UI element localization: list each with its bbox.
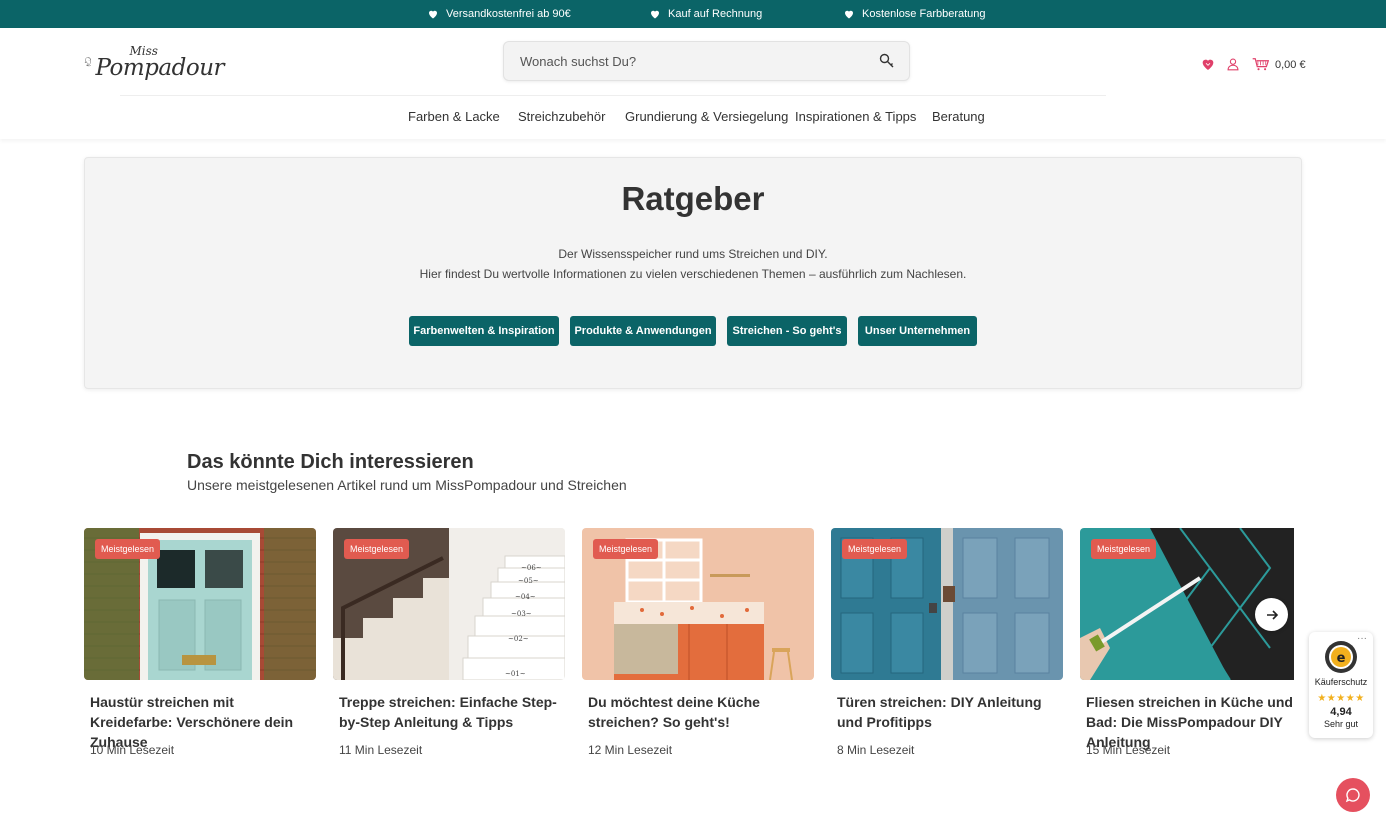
nav-item-inspirationen[interactable]: Inspirationen & Tipps <box>795 109 916 124</box>
meistgelesen-badge: Meistgelesen <box>842 539 908 559</box>
article-card[interactable]: Meistgelesen Fliesen streichen in Küche … <box>1080 528 1294 768</box>
logo[interactable]: Miss Pompadour <box>84 42 224 82</box>
article-carousel: Meistgelesen Haustür streichen mit Kreid… <box>84 528 1294 768</box>
topbar-item-consulting: Kostenlose Farbberatung <box>843 7 986 21</box>
article-title[interactable]: Türen streichen: DIY Anleitung und Profi… <box>837 692 1063 732</box>
trust-rating: Sehr gut <box>1323 719 1359 729</box>
svg-text:~03~: ~03~ <box>511 610 532 618</box>
search-box <box>503 41 910 81</box>
section-title: Das könnte Dich interessieren <box>187 451 474 473</box>
search-input[interactable] <box>520 42 860 80</box>
article-card[interactable]: Meistgelesen Du möchtest deine Küche str… <box>582 528 814 768</box>
logo-wordmark: Miss Pompadour <box>95 45 224 80</box>
article-card[interactable]: Meistgelesen Türen streichen: DIY Anleit… <box>831 528 1063 768</box>
top-bar: Versandkostenfrei ab 90€ Kauf auf Rechnu… <box>0 0 1386 28</box>
meistgelesen-badge: Meistgelesen <box>344 539 410 559</box>
trust-stars: ★★★★★ <box>1317 693 1365 704</box>
logo-pompadour: Pompadour <box>95 54 224 81</box>
topbar-item-shipping: Versandkostenfrei ab 90€ <box>427 7 571 21</box>
farbenwelten-button[interactable]: Farbenwelten & Inspiration <box>409 316 559 346</box>
trusted-shops-seal-icon: e <box>1325 641 1357 673</box>
topbar-item-invoice: Kauf auf Rechnung <box>649 7 762 21</box>
meistgelesen-badge: Meistgelesen <box>593 539 659 559</box>
produkte-button[interactable]: Produkte & Anwendungen <box>570 316 716 346</box>
article-card[interactable]: Meistgelesen Haustür streichen mit Kreid… <box>84 528 316 768</box>
chat-button[interactable] <box>1336 778 1370 812</box>
svg-text:~01~: ~01~ <box>505 670 526 678</box>
topbar-item-label: Kostenlose Farbberatung <box>862 8 986 20</box>
svg-text:~05~: ~05~ <box>518 577 539 585</box>
arrow-right-icon <box>1266 609 1278 620</box>
carousel-next-button[interactable] <box>1255 598 1288 631</box>
nav-item-farben-lacke[interactable]: Farben & Lacke <box>408 109 500 124</box>
meistgelesen-badge: Meistgelesen <box>95 539 161 559</box>
article-read-time: 11 Min Lesezeit <box>339 743 423 757</box>
header: Miss Pompadour 0,00 € Farben & Lacke Str… <box>0 28 1386 139</box>
nav-item-streichzubehoer[interactable]: Streichzubehör <box>518 109 605 124</box>
svg-text:~04~: ~04~ <box>515 593 536 601</box>
article-read-time: 15 Min Lesezeit <box>1086 743 1171 757</box>
streichen-button[interactable]: Streichen - So geht's <box>727 316 847 346</box>
article-title[interactable]: Treppe streichen: Einfache Step-by-Step … <box>339 692 565 732</box>
svg-text:~06~: ~06~ <box>521 564 542 572</box>
cart-icon[interactable] <box>1252 55 1269 73</box>
article-title[interactable]: Du möchtest deine Küche streichen? So ge… <box>588 692 814 732</box>
hero-text-line1: Der Wissensspeicher rund ums Streichen u… <box>558 247 828 261</box>
logo-face-icon <box>84 57 92 67</box>
svg-text:~02~: ~02~ <box>508 635 529 643</box>
user-icon[interactable] <box>1226 55 1240 73</box>
svg-text:e: e <box>1337 651 1346 666</box>
main-nav: Farben & Lacke Streichzubehör Grundierun… <box>0 109 1386 127</box>
search-icon[interactable] <box>879 53 895 69</box>
trust-score: 4,94 <box>1330 706 1352 718</box>
heart-icon <box>651 10 659 19</box>
trusted-shops-badge[interactable]: ··· e Käuferschutz ★★★★★ 4,94 Sehr gut <box>1309 632 1373 738</box>
header-divider <box>120 95 1106 96</box>
nav-item-beratung[interactable]: Beratung <box>932 109 985 124</box>
wishlist-heart-icon[interactable] <box>1200 55 1216 73</box>
article-read-time: 12 Min Lesezeit <box>588 743 673 757</box>
topbar-item-label: Versandkostenfrei ab 90€ <box>446 8 571 20</box>
chat-bubble-icon <box>1345 788 1360 803</box>
article-read-time: 8 Min Lesezeit <box>837 743 915 757</box>
page-title: Ratgeber <box>621 180 765 217</box>
section-subtitle: Unsere meistgelesenen Artikel rund um Mi… <box>187 477 627 493</box>
article-card[interactable]: ~01~ ~02~ ~03~ ~04~ ~05~ ~06~ Meistgeles… <box>333 528 565 768</box>
trust-label: Käuferschutz <box>1314 677 1368 687</box>
trust-menu-icon[interactable]: ··· <box>1357 633 1367 644</box>
nav-item-grundierung[interactable]: Grundierung & Versiegelung <box>625 109 788 124</box>
ratgeber-hero: Ratgeber Der Wissensspeicher rund ums St… <box>84 157 1302 389</box>
cart-amount[interactable]: 0,00 € <box>1275 59 1306 71</box>
heart-icon <box>845 10 853 19</box>
heart-icon <box>429 10 437 19</box>
meistgelesen-badge: Meistgelesen <box>1091 539 1157 559</box>
article-read-time: 10 Min Lesezeit <box>90 743 175 757</box>
topbar-item-label: Kauf auf Rechnung <box>668 8 763 20</box>
unternehmen-button[interactable]: Unser Unternehmen <box>858 316 977 346</box>
hero-text-line2: Hier findest Du wertvolle Informationen … <box>419 267 967 281</box>
